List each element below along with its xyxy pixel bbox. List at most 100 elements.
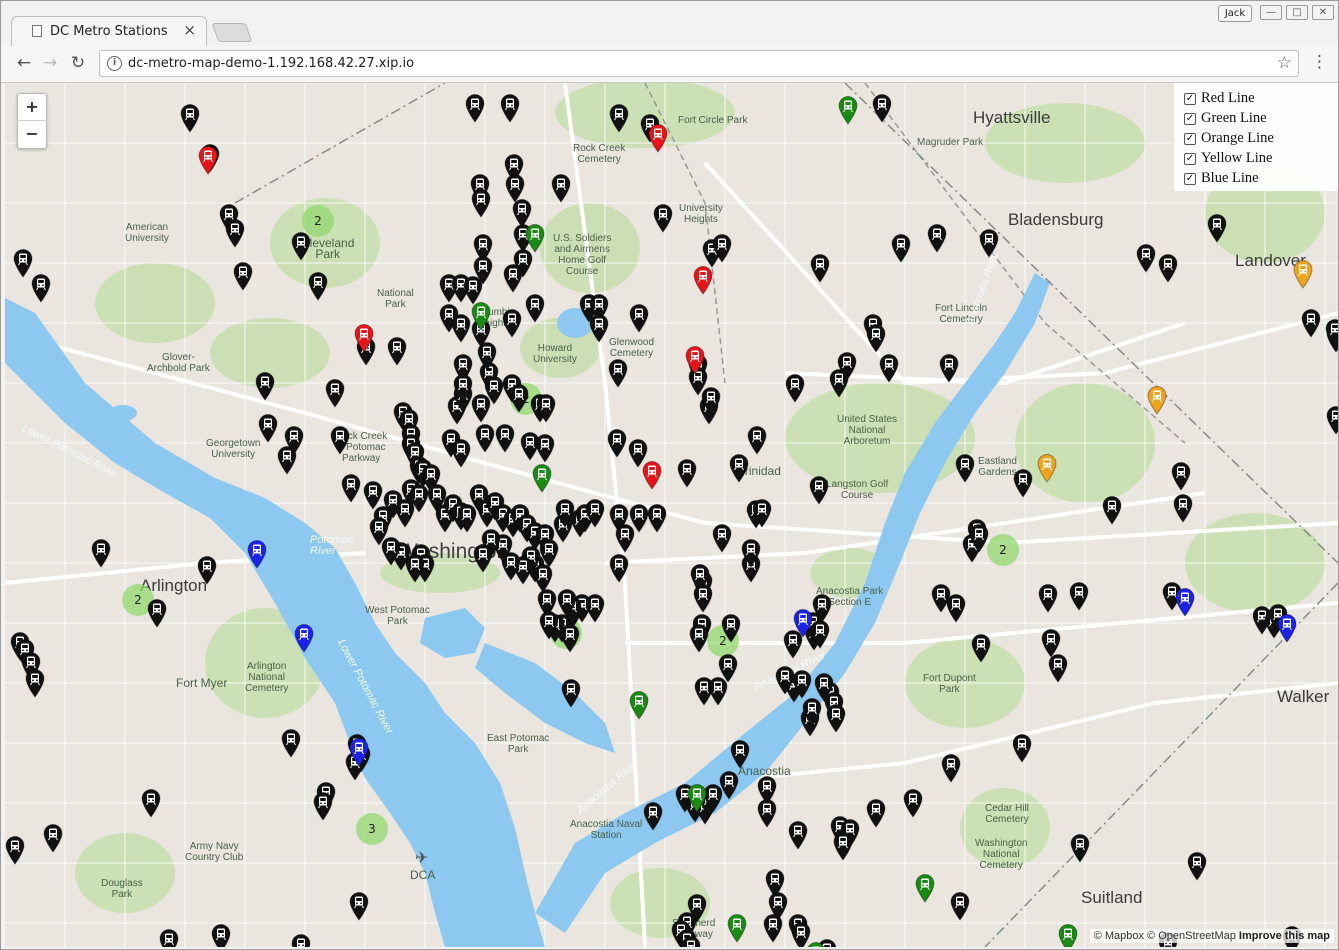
red-line-station-marker[interactable]: [647, 123, 669, 153]
black-station-marker[interactable]: [588, 313, 610, 343]
black-station-marker[interactable]: [700, 386, 722, 416]
black-station-marker[interactable]: [890, 233, 912, 263]
black-station-marker[interactable]: [140, 788, 162, 818]
black-station-marker[interactable]: [642, 801, 664, 831]
checkbox-orange-line[interactable]: ✓: [1184, 133, 1196, 145]
blue-line-station-marker[interactable]: [293, 623, 315, 653]
zoom-out-button[interactable]: −: [18, 121, 46, 147]
black-station-marker[interactable]: [1047, 653, 1069, 683]
black-station-marker[interactable]: [257, 413, 279, 443]
black-station-marker[interactable]: [968, 523, 990, 553]
black-station-marker[interactable]: [809, 253, 831, 283]
green-line-station-marker[interactable]: [726, 913, 748, 943]
green-line-station-marker[interactable]: [686, 783, 708, 813]
black-station-marker[interactable]: [762, 913, 784, 943]
black-station-marker[interactable]: [646, 503, 668, 533]
green-line-station-marker[interactable]: [837, 95, 859, 125]
red-line-station-marker[interactable]: [692, 265, 714, 295]
black-station-marker[interactable]: [1037, 583, 1059, 613]
black-station-marker[interactable]: [508, 383, 530, 413]
black-station-marker[interactable]: [718, 770, 740, 800]
black-station-marker[interactable]: [902, 788, 924, 818]
black-station-marker[interactable]: [474, 423, 496, 453]
black-station-marker[interactable]: [307, 271, 329, 301]
black-station-marker[interactable]: [791, 669, 813, 699]
black-station-marker[interactable]: [450, 438, 472, 468]
blue-line-station-marker[interactable]: [1276, 613, 1298, 643]
black-station-marker[interactable]: [978, 228, 1000, 258]
black-station-marker[interactable]: [1068, 581, 1090, 611]
black-station-marker[interactable]: [470, 188, 492, 218]
black-station-marker[interactable]: [717, 653, 739, 683]
blue-line-station-marker[interactable]: [246, 539, 268, 569]
black-station-marker[interactable]: [688, 623, 710, 653]
black-station-marker[interactable]: [348, 891, 370, 921]
blue-line-station-marker[interactable]: [1174, 587, 1196, 617]
legend-row-yellow-line[interactable]: ✓ Yellow Line: [1184, 149, 1272, 167]
black-station-marker[interactable]: [290, 231, 312, 261]
orange-line-station-marker[interactable]: [1292, 259, 1314, 289]
black-station-marker[interactable]: [692, 583, 714, 613]
black-station-marker[interactable]: [404, 553, 426, 583]
green-line-station-marker[interactable]: [805, 941, 827, 947]
legend-row-green-line[interactable]: ✓ Green Line: [1184, 109, 1267, 127]
black-station-marker[interactable]: [1325, 405, 1338, 435]
black-station-marker[interactable]: [1300, 308, 1322, 338]
profile-button[interactable]: Jack: [1218, 5, 1252, 22]
black-station-marker[interactable]: [290, 933, 312, 947]
black-station-marker[interactable]: [324, 378, 346, 408]
black-station-marker[interactable]: [871, 93, 893, 123]
black-station-marker[interactable]: [340, 473, 362, 503]
black-station-marker[interactable]: [607, 358, 629, 388]
black-station-marker[interactable]: [30, 273, 52, 303]
black-station-marker[interactable]: [476, 341, 498, 371]
black-station-marker[interactable]: [472, 543, 494, 573]
green-line-station-marker[interactable]: [914, 873, 936, 903]
black-station-marker[interactable]: [534, 433, 556, 463]
black-station-marker[interactable]: [954, 453, 976, 483]
reload-icon[interactable]: ↻: [67, 53, 89, 73]
tab-dc-metro-stations[interactable]: DC Metro Stations ×: [11, 16, 207, 46]
black-station-marker[interactable]: [450, 313, 472, 343]
black-station-marker[interactable]: [825, 703, 847, 733]
black-station-marker[interactable]: [550, 173, 572, 203]
red-line-station-marker[interactable]: [353, 323, 375, 353]
black-station-marker[interactable]: [1157, 253, 1179, 283]
black-station-marker[interactable]: [746, 425, 768, 455]
black-station-marker[interactable]: [1324, 318, 1338, 348]
zoom-in-button[interactable]: +: [18, 94, 46, 121]
legend-row-red-line[interactable]: ✓ Red Line: [1184, 89, 1255, 107]
red-line-station-marker[interactable]: [197, 145, 219, 175]
black-station-marker[interactable]: [158, 928, 180, 947]
black-station-marker[interactable]: [1135, 243, 1157, 273]
legend-row-orange-line[interactable]: ✓ Orange Line: [1184, 129, 1274, 147]
black-station-marker[interactable]: [464, 93, 486, 123]
black-station-marker[interactable]: [808, 475, 830, 505]
red-line-station-marker[interactable]: [684, 345, 706, 375]
black-station-marker[interactable]: [711, 523, 733, 553]
black-station-marker[interactable]: [680, 935, 702, 947]
orange-line-station-marker[interactable]: [1146, 385, 1168, 415]
black-station-marker[interactable]: [940, 753, 962, 783]
black-station-marker[interactable]: [608, 553, 630, 583]
black-station-marker[interactable]: [828, 368, 850, 398]
black-station-marker[interactable]: [711, 233, 733, 263]
black-station-marker[interactable]: [878, 353, 900, 383]
new-tab-button[interactable]: [211, 23, 253, 42]
black-station-marker[interactable]: [538, 610, 560, 640]
black-station-marker[interactable]: [254, 371, 276, 401]
checkbox-blue-line[interactable]: ✓: [1184, 173, 1196, 185]
improve-map-link[interactable]: Improve this map: [1239, 930, 1330, 942]
black-station-marker[interactable]: [232, 261, 254, 291]
black-station-marker[interactable]: [524, 293, 546, 323]
url-text[interactable]: dc-metro-map-demo-1.192.168.42.27.xip.io: [128, 56, 414, 71]
black-station-marker[interactable]: [1012, 468, 1034, 498]
black-station-marker[interactable]: [24, 668, 46, 698]
black-station-marker[interactable]: [368, 516, 390, 546]
back-icon[interactable]: ←: [13, 53, 35, 73]
black-station-marker[interactable]: [280, 728, 302, 758]
black-station-marker[interactable]: [949, 891, 971, 921]
black-station-marker[interactable]: [720, 613, 742, 643]
green-line-station-marker[interactable]: [1057, 923, 1079, 947]
green-line-station-marker[interactable]: [628, 690, 650, 720]
